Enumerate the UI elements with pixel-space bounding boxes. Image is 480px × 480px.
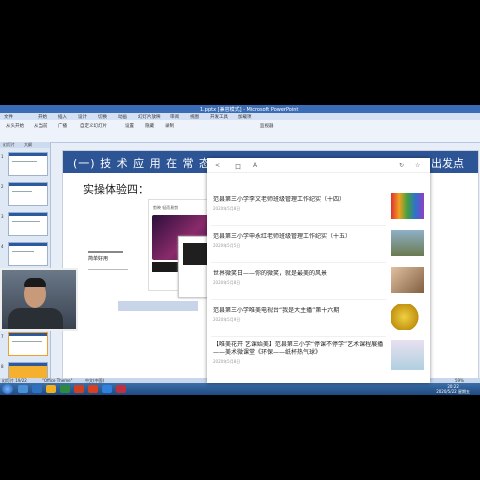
divider [88,251,123,253]
monitor-button[interactable]: 监视器 [260,123,274,129]
slide-thumbnail-selected[interactable] [8,332,48,356]
slide-number: 3 [1,214,4,219]
list-item[interactable]: 范县第三小学唯美电视台“我是大主播”第十六期 2020年5月9日 [211,304,424,340]
slide-number: 4 [1,244,4,249]
article-thumbnail [391,267,424,293]
slide-thumbnail[interactable] [8,182,48,206]
slide-banner-title: (一) 技 术 应 用 在 常 态 工 [73,157,228,170]
custom-show-button[interactable]: 自定义幻灯片 [80,123,107,129]
app-icon[interactable] [102,385,112,393]
slide-number: 8 [1,364,4,369]
folder-icon[interactable] [46,385,56,393]
explorer-icon[interactable] [18,385,28,393]
from-current-button[interactable]: 从当前 [34,123,48,129]
refresh-icon[interactable]: ↻ [399,162,404,169]
article-date: 2020年5月8日 [213,206,241,211]
back-icon[interactable]: < [215,162,220,169]
article-list-panel[interactable]: < 口 A ↻ ☆ 范县第三小学李文老师班级管理工作纪实（十四） 2020年5月… [207,158,430,383]
record-button[interactable]: 录制 [165,123,174,129]
wechat-icon[interactable] [60,385,70,393]
slide-banner-right: 出发点 [431,157,464,170]
article-title: 范县第三小学申永红老师班级管理工作纪实（十五） [213,233,352,240]
article-title: 范县第三小学李文老师班级管理工作纪实（十四） [213,196,346,203]
clock-date: 2020/5/22 星期五 [436,389,470,394]
slide-number: 1 [1,154,4,159]
window-title: 1.pptx [兼容模式] - Microsoft PowerPoint [200,107,299,113]
article-title: 世界微笑日——你的微笑，就是最美的风景 [213,270,328,277]
broadcast-button[interactable]: 广播 [58,123,67,129]
slide-thumbnail[interactable] [8,212,48,236]
article-title: 【唯美花开 艺课始美】范县第三小学“停课不停学”艺术课程展播——美术微课堂《环保… [213,341,384,356]
app-header: 剪映 轻而易剪 [153,205,179,210]
article-date: 2020年5月8日 [213,280,241,285]
font-icon[interactable]: A [253,162,257,169]
article-thumbnail [391,193,424,219]
panel-toolbar: < 口 A ↻ ☆ [207,158,430,173]
app-icon[interactable] [88,385,98,393]
app-subtitle: 简单好用 [88,256,109,262]
list-item[interactable]: 【唯美花开 艺课始美】范县第三小学“停课不停学”艺术课程展播——美术微课堂《环保… [211,338,424,382]
list-item[interactable]: 范县第三小学申永红老师班级管理工作纪实（十五） 2020年5月5日 [211,230,424,266]
slide-subtitle: 实操体验四： [83,183,149,196]
slide-image-strip [118,301,198,311]
powerpoint-icon[interactable] [74,385,84,393]
slide-thumbnail[interactable] [8,152,48,176]
article-thumbnail [391,340,424,370]
divider [88,269,128,270]
article-thumbnail [391,304,424,330]
article-date: 2020年5月8日 [213,359,241,364]
person-hair [24,278,46,287]
slide-thumbnail[interactable] [8,242,48,266]
tab-outline[interactable]: 大纲 [24,142,32,148]
start-button[interactable] [2,384,13,394]
taskbar: 20:22 2020/5/22 星期五 [0,383,480,395]
slide-number: 2 [1,184,4,189]
title-bar: 1.pptx [兼容模式] - Microsoft PowerPoint [0,105,480,113]
setup-button[interactable]: 设置 [125,123,134,129]
clock[interactable]: 20:22 2020/5/22 星期五 [436,384,470,394]
app-icon[interactable] [116,385,126,393]
star-icon[interactable]: ☆ [415,162,420,169]
webcam-overlay [0,268,78,331]
list-item[interactable]: 范县第三小学李文老师班级管理工作纪实（十四） 2020年5月8日 [211,193,424,229]
window-icon[interactable]: 口 [235,162,241,171]
ie-icon[interactable] [32,385,42,393]
article-thumbnail [391,230,424,256]
from-beginning-button[interactable]: 从头开始 [6,123,24,129]
article-date: 2020年5月5日 [213,243,241,248]
pane-tabs: 幻灯片 大纲 [0,142,50,148]
person-body [8,308,63,329]
article-date: 2020年5月9日 [213,317,241,322]
ribbon-tabs: 文件 开始 插入 设计 切换 动画 幻灯片放映 审阅 视图 开发工具 加载项 [0,113,480,120]
article-title: 范县第三小学唯美电视台“我是大主播”第十六期 [213,307,340,314]
ribbon: 从头开始 从当前 广播 自定义幻灯片 设置 隐藏 录制 监视器 [0,120,480,143]
hide-slide-button[interactable]: 隐藏 [145,123,154,129]
list-item[interactable]: 世界微笑日——你的微笑，就是最美的风景 2020年5月8日 [211,267,424,303]
slide-number: 7 [1,334,4,339]
slides-pane: 幻灯片 大纲 1 2 3 4 5 6 7 8 [0,142,51,386]
tab-slides[interactable]: 幻灯片 [3,142,15,148]
